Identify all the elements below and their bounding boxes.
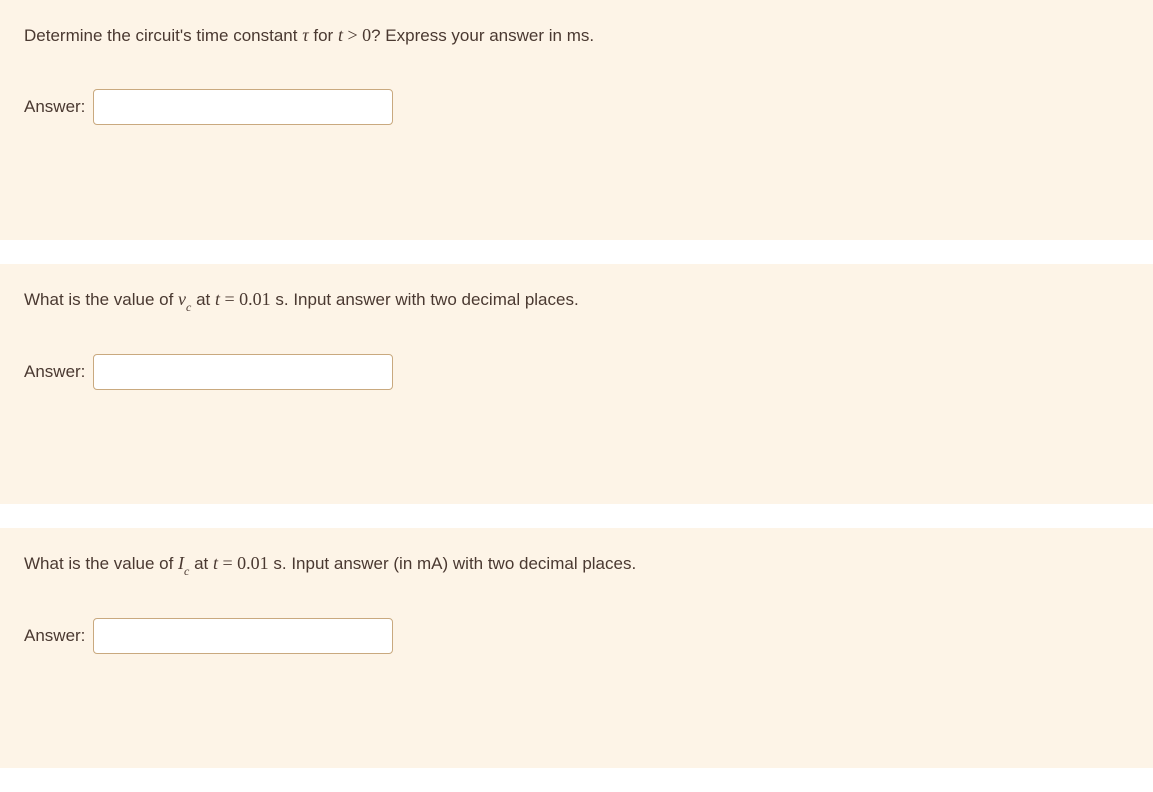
symbol-zero: 0 [362, 25, 371, 45]
question-prompt: What is the value of vc at t = 0.01 s. I… [24, 286, 1129, 314]
answer-label: Answer: [24, 97, 85, 117]
symbol-v: v [178, 289, 186, 309]
answer-label: Answer: [24, 626, 85, 646]
symbol-sub-c: c [184, 564, 189, 578]
answer-row: Answer: [24, 618, 1129, 654]
symbol-eq: = [220, 289, 239, 309]
answer-input[interactable] [93, 89, 393, 125]
answer-input[interactable] [93, 354, 393, 390]
symbol-eq: = [218, 553, 237, 573]
prompt-text: s. Input answer (in mA) with two decimal… [269, 554, 637, 573]
answer-row: Answer: [24, 89, 1129, 125]
symbol-val: 0.01 [237, 553, 269, 573]
answer-label: Answer: [24, 362, 85, 382]
symbol-sub-c: c [186, 300, 191, 314]
symbol-val: 0.01 [239, 289, 271, 309]
prompt-text: What is the value of [24, 554, 178, 573]
prompt-text: s. Input answer with two decimal places. [271, 290, 579, 309]
question-prompt: Determine the circuit's time constant τ … [24, 22, 1129, 49]
answer-row: Answer: [24, 354, 1129, 390]
prompt-text: What is the value of [24, 290, 178, 309]
question-block: What is the value of vc at t = 0.01 s. I… [0, 264, 1153, 504]
prompt-text: Determine the circuit's time constant [24, 26, 302, 45]
prompt-text: ? Express your answer in ms. [371, 26, 594, 45]
prompt-text: at [189, 554, 213, 573]
question-block: Determine the circuit's time constant τ … [0, 0, 1153, 240]
prompt-text: at [191, 290, 215, 309]
question-prompt: What is the value of Ic at t = 0.01 s. I… [24, 550, 1129, 578]
symbol-gt: > [343, 25, 362, 45]
prompt-text: for [309, 26, 338, 45]
answer-input[interactable] [93, 618, 393, 654]
question-block: What is the value of Ic at t = 0.01 s. I… [0, 528, 1153, 768]
